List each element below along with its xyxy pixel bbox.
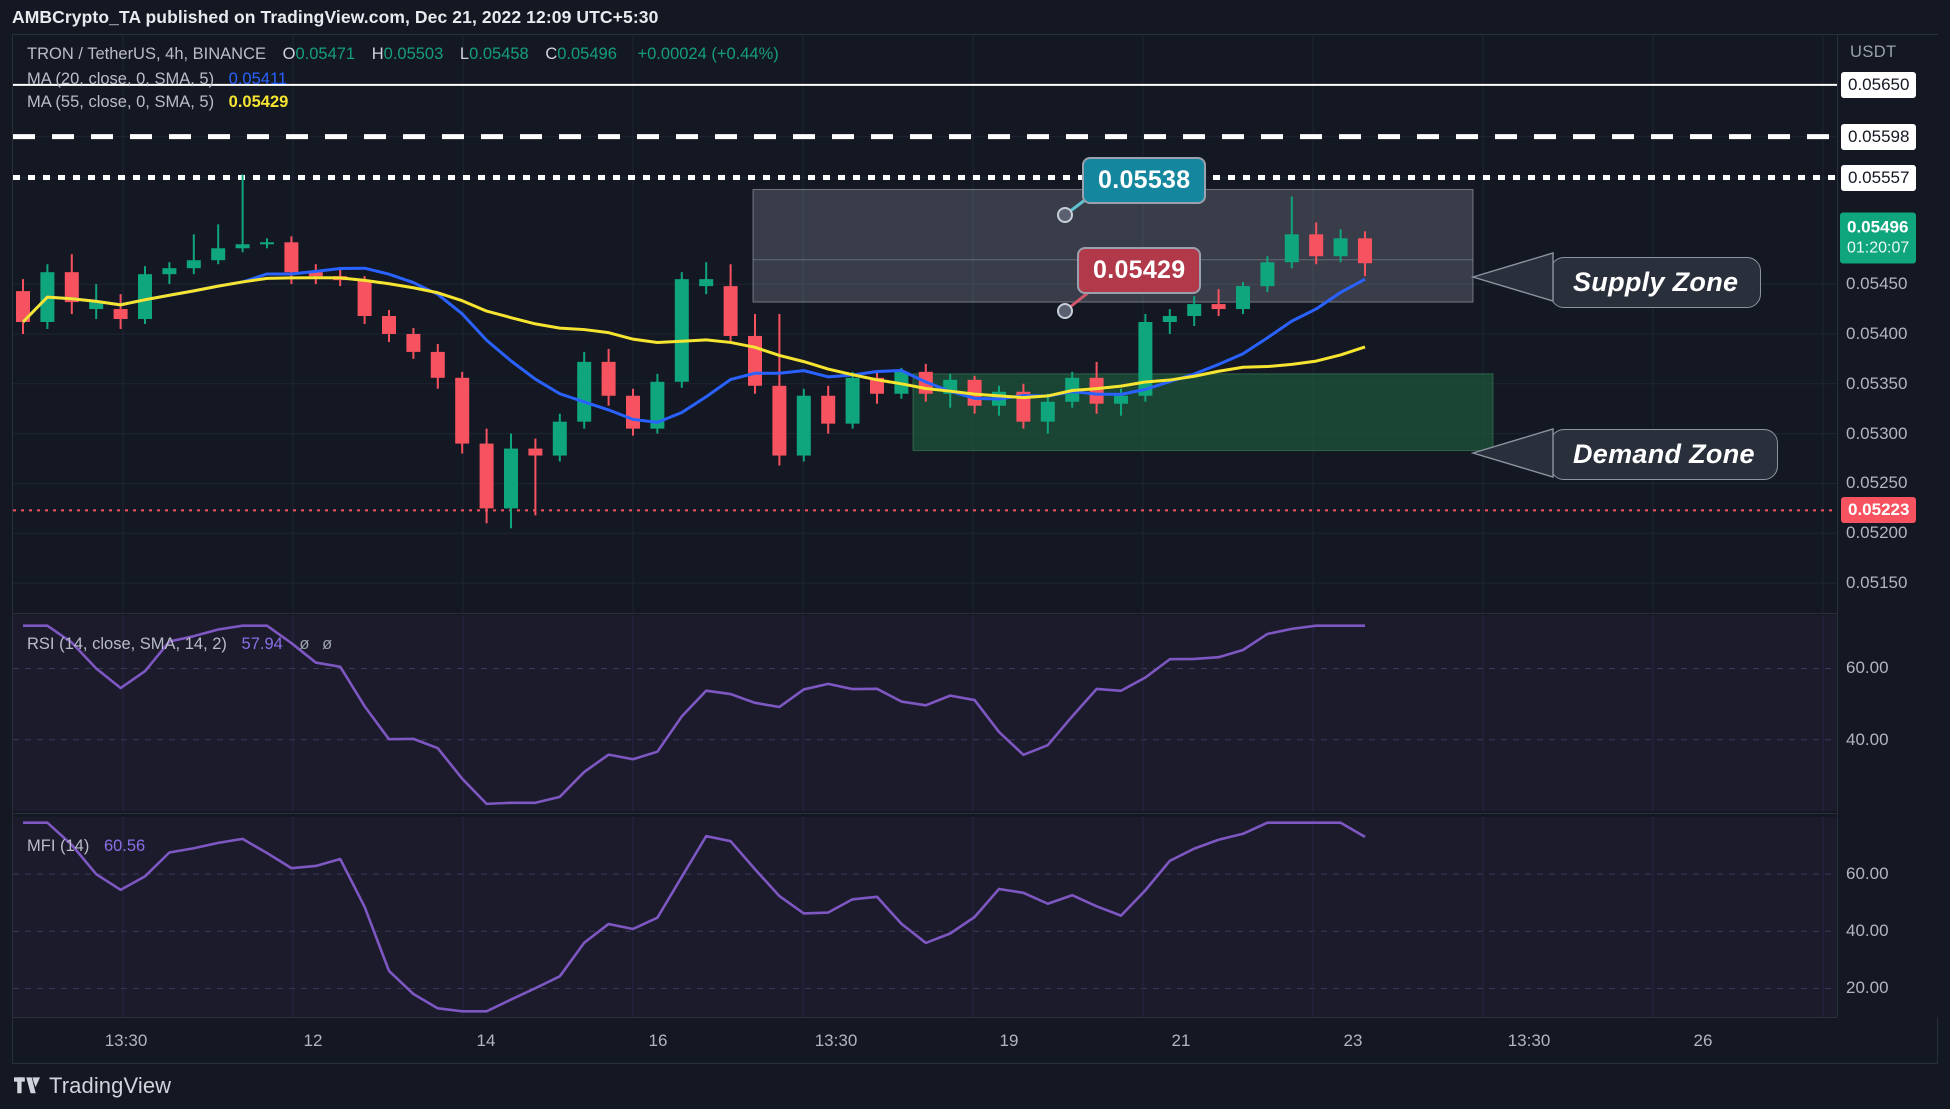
callout-high-text: 0.05538 [1098, 166, 1191, 194]
time-axis[interactable]: 13:30 12 14 16 13:30 19 21 23 13:30 26 [13, 1017, 1837, 1063]
demand-zone-label-text: Demand Zone [1573, 439, 1755, 469]
ma20-legend-name: MA (20, close, 0, SMA, 5) [27, 70, 215, 88]
supply-zone-label-text: Supply Zone [1573, 267, 1739, 297]
price-axis-tick: 0.05450 [1846, 274, 1908, 294]
indicator-axis-tick: 20.00 [1846, 978, 1889, 998]
time-axis-tick: 14 [476, 1031, 496, 1050]
tradingview-logo-icon [14, 1077, 40, 1094]
price-axis-tick: 0.05200 [1846, 523, 1908, 543]
ohlc-low-label: L [459, 45, 470, 63]
price-axis-highlight-tag[interactable]: 0.05223 [1841, 497, 1917, 524]
price-axis-highlight-tag[interactable]: 0.05598 [1841, 123, 1917, 150]
ohlc-high-value: 0.05503 [383, 45, 444, 63]
symbol-legend[interactable]: TRON / TetherUS, 4h, BINANCE O0.05471 H0… [27, 45, 779, 64]
mfi-legend: MFI (14) 60.56 [27, 837, 145, 856]
tradingview-wordmark: TradingView [49, 1073, 172, 1098]
tradingview-footer[interactable]: TradingView [14, 1073, 171, 1099]
ma55-legend-value: 0.05429 [228, 93, 289, 111]
rsi-legend-extra-1: ø [299, 635, 310, 653]
rsi-legend-extra-2: ø [322, 635, 333, 653]
price-axis[interactable]: USDT 0.05650 0.05598 0.05557 0.05450 0.05400… [1837, 35, 1938, 1017]
price-axis-highlight-tag[interactable]: 0.05650 [1841, 71, 1917, 98]
rsi-legend: RSI (14, close, SMA, 14, 2) 57.94 ø ø [27, 635, 332, 654]
publisher-text: AMBCrypto_TA published on TradingView.co… [12, 6, 659, 27]
pane-divider-1 [13, 613, 1837, 614]
price-pane[interactable] [13, 35, 1837, 613]
rsi-legend-name: RSI (14, close, SMA, 14, 2) [27, 635, 227, 653]
ma20-legend-value: 0.05411 [228, 70, 288, 88]
indicator-axis-tick: 40.00 [1846, 729, 1889, 749]
symbol-legend-title: TRON / TetherUS, 4h, BINANCE [27, 45, 267, 63]
time-axis-tick: 23 [1343, 1031, 1363, 1050]
mfi-chart-canvas [13, 817, 1837, 1017]
ohlc-change-value: +0.00024 (+0.44%) [637, 45, 779, 63]
rsi-legend-value: 57.94 [241, 635, 283, 653]
chart-frame: RSI (14, close, SMA, 14, 2) 57.94 ø ø MF… [12, 34, 1938, 1064]
price-chart-canvas[interactable] [13, 35, 1837, 613]
price-axis-highlight-tag[interactable]: 0.05496 01:20:07 [1840, 212, 1917, 264]
time-axis-tick: 12 [303, 1031, 323, 1050]
time-axis-tick: 26 [1693, 1031, 1713, 1050]
mfi-legend-name: MFI (14) [27, 837, 90, 855]
ohlc-close-label: C [545, 45, 558, 63]
price-axis-highlight-tag[interactable]: 0.05557 [1841, 164, 1917, 191]
price-axis-tick: 0.05300 [1846, 423, 1908, 443]
bar-countdown: 01:20:07 [1847, 239, 1910, 257]
indicator-axis-tick: 60.00 [1846, 864, 1889, 884]
time-axis-tick: 13:30 [814, 1031, 858, 1050]
demand-zone-label[interactable]: Demand Zone [1550, 429, 1778, 480]
pane-divider-2 [13, 813, 1837, 814]
last-price-value: 0.05496 [1847, 217, 1909, 237]
ohlc-open-label: O [282, 45, 296, 63]
ohlc-open-value: 0.05471 [295, 45, 356, 63]
supply-zone-label[interactable]: Supply Zone [1550, 257, 1762, 308]
ohlc-high-label: H [371, 45, 384, 63]
mfi-pane[interactable]: MFI (14) 60.56 [13, 817, 1837, 1017]
callout-low[interactable]: 0.05429 [1077, 247, 1202, 294]
ohlc-close-value: 0.05496 [557, 45, 617, 63]
tradingview-chart-screenshot: AMBCrypto_TA published on TradingView.co… [0, 0, 1950, 1109]
time-axis-tick: 19 [999, 1031, 1019, 1050]
publisher-header: AMBCrypto_TA published on TradingView.co… [0, 0, 1950, 34]
indicator-axis-tick: 60.00 [1846, 658, 1889, 678]
callout-low-text: 0.05429 [1093, 256, 1186, 284]
indicator-axis-tick: 40.00 [1846, 921, 1889, 941]
mfi-legend-value: 60.56 [103, 837, 146, 855]
price-axis-tick: 0.05250 [1846, 473, 1908, 493]
price-axis-tick: 0.05400 [1846, 323, 1908, 343]
price-axis-unit: USDT [1850, 43, 1897, 61]
time-axis-tick: 21 [1171, 1031, 1191, 1050]
time-axis-tick: 13:30 [104, 1031, 148, 1050]
rsi-pane[interactable]: RSI (14, close, SMA, 14, 2) 57.94 ø ø [13, 615, 1837, 811]
price-axis-tick: 0.05150 [1846, 573, 1908, 593]
ma55-legend[interactable]: MA (55, close, 0, SMA, 5) 0.05429 [27, 93, 288, 112]
ma55-legend-name: MA (55, close, 0, SMA, 5) [27, 93, 215, 111]
price-axis-tick: 0.05350 [1846, 373, 1908, 393]
ma20-legend[interactable]: MA (20, close, 0, SMA, 5) 0.05411 [27, 70, 287, 89]
time-axis-tick: 16 [648, 1031, 668, 1050]
time-axis-tick: 13:30 [1507, 1031, 1551, 1050]
ohlc-low-value: 0.05458 [469, 45, 529, 63]
callout-high[interactable]: 0.05538 [1082, 157, 1207, 204]
